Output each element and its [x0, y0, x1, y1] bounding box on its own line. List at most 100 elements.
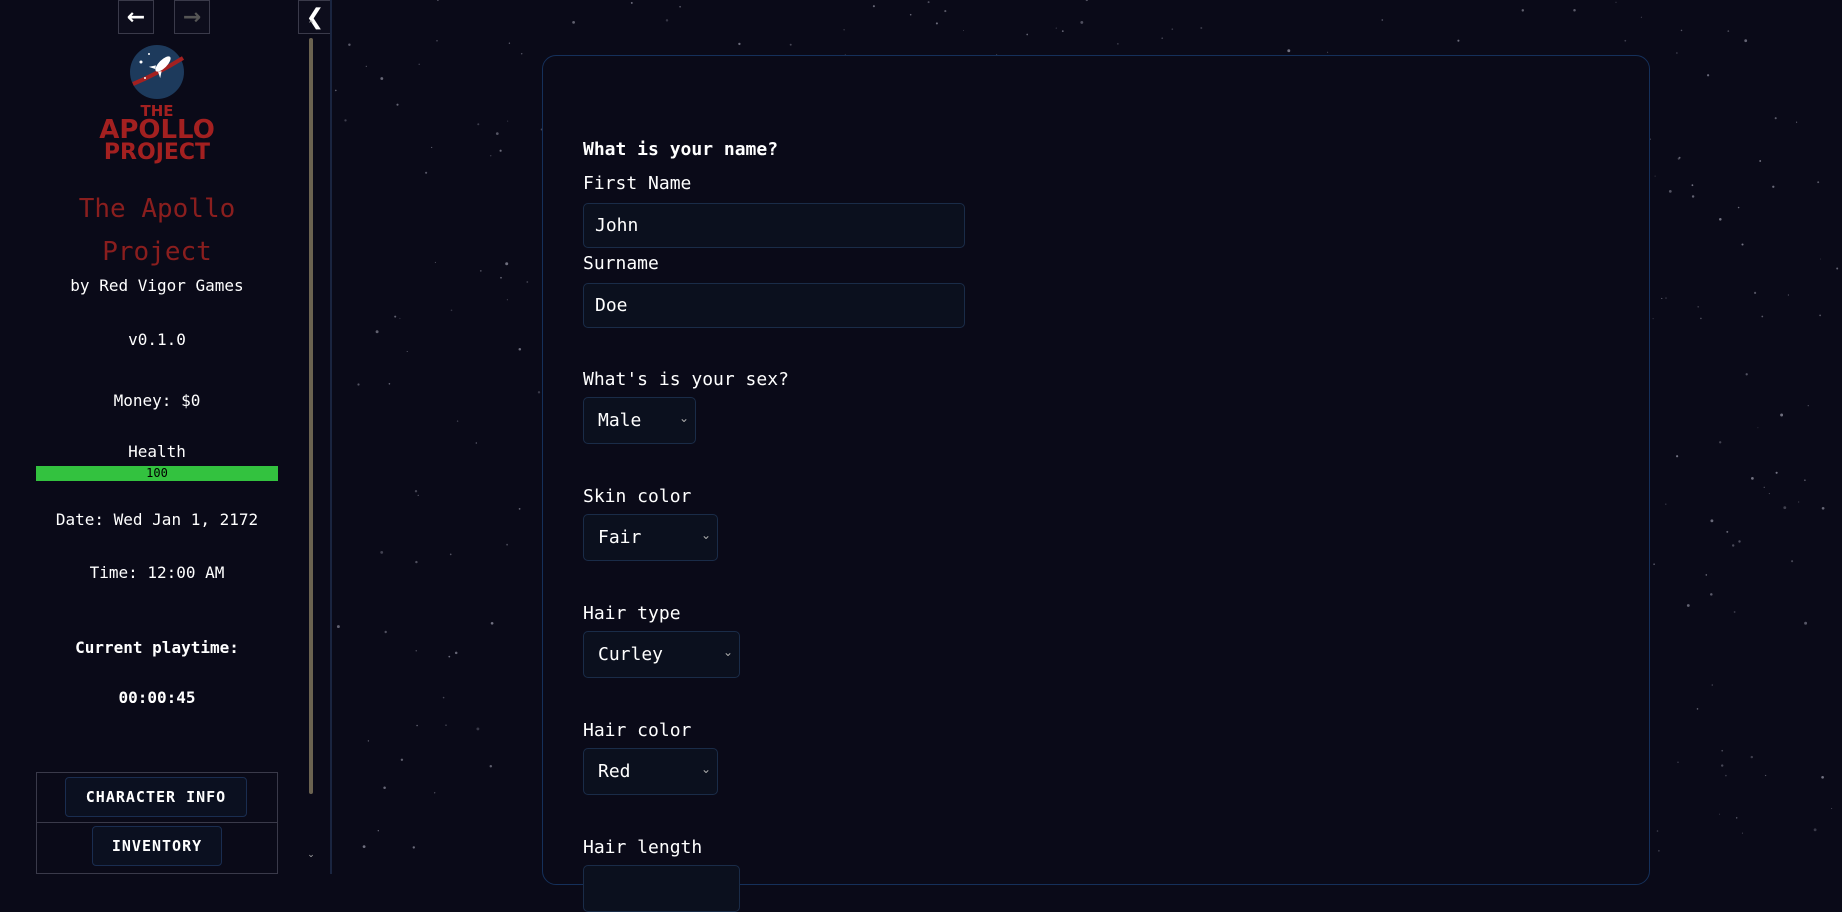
- rocket-planet-icon: [130, 45, 185, 99]
- star: [1653, 563, 1655, 566]
- star: [334, 89, 337, 92]
- hair-type-select[interactable]: Curley ⌄: [583, 631, 740, 678]
- health-label: Health: [128, 442, 186, 461]
- star: [1738, 540, 1741, 543]
- money: Money: $0: [113, 391, 201, 410]
- star: [1696, 708, 1699, 710]
- star: [380, 77, 384, 80]
- star: [456, 420, 459, 422]
- star: [479, 270, 482, 272]
- chevron-down-icon: ⌄: [700, 762, 711, 776]
- hair-color-select[interactable]: Red ⌄: [583, 748, 718, 795]
- star: [400, 758, 404, 761]
- star: [1726, 530, 1729, 533]
- star: [1836, 267, 1839, 270]
- menu-divider: [37, 822, 277, 823]
- character-info-button[interactable]: CHARACTER INFO: [65, 777, 247, 817]
- star: [1680, 29, 1683, 32]
- star: [399, 317, 401, 319]
- star: [572, 21, 575, 24]
- star: [475, 442, 477, 444]
- star: [1640, 16, 1642, 18]
- star: [506, 299, 508, 301]
- star: [1819, 258, 1821, 260]
- star: [1691, 195, 1695, 198]
- star: [1678, 156, 1681, 159]
- surname-label: Surname: [583, 253, 659, 274]
- star: [1711, 684, 1714, 686]
- star: [1804, 479, 1806, 482]
- star: [1697, 305, 1700, 308]
- star: [375, 330, 379, 334]
- star: [1725, 774, 1727, 777]
- first-name-input[interactable]: [583, 203, 965, 248]
- star: [630, 1, 633, 4]
- scroll-down-icon[interactable]: ⌄: [304, 850, 318, 860]
- sidebar: ← → ❮ ⌃ ⌄ THE APOLLO PROJECT The Apollo …: [0, 0, 332, 874]
- star: [1819, 314, 1821, 317]
- hair-type-label: Hair type: [583, 603, 681, 624]
- star: [506, 543, 508, 546]
- time: Time: 12:00 AM: [89, 563, 225, 582]
- star: [1676, 455, 1679, 458]
- star: [1706, 74, 1710, 77]
- star: [1652, 318, 1654, 320]
- star: [477, 123, 480, 126]
- star: [1665, 297, 1667, 299]
- star: [490, 155, 492, 157]
- surname-input[interactable]: [583, 283, 965, 328]
- star: [450, 309, 453, 312]
- scroll-up-icon[interactable]: ⌃: [304, 20, 318, 30]
- star: [1727, 30, 1730, 32]
- star: [1759, 160, 1762, 162]
- sex-select[interactable]: Male ⌄: [583, 397, 696, 444]
- star: [1026, 33, 1029, 36]
- star: [1573, 8, 1576, 12]
- scrollbar-thumb[interactable]: [309, 38, 313, 794]
- star: [1080, 20, 1084, 24]
- star: [909, 13, 912, 16]
- skin-color-select[interactable]: Fair ⌄: [583, 514, 718, 561]
- star: [415, 650, 417, 652]
- forward-button[interactable]: →: [174, 0, 210, 34]
- star: [1741, 243, 1744, 246]
- skin-color-select-value: Fair: [598, 527, 642, 548]
- star: [1741, 832, 1743, 834]
- star: [508, 42, 511, 44]
- star: [1745, 373, 1748, 376]
- hair-color-select-value: Red: [598, 761, 631, 782]
- star: [1061, 30, 1064, 32]
- hair-length-select[interactable]: [583, 865, 740, 912]
- star: [1691, 184, 1694, 187]
- star: [365, 65, 367, 67]
- star: [1757, 427, 1759, 429]
- star: [679, 5, 681, 8]
- star: [518, 347, 522, 351]
- star: [1787, 294, 1790, 296]
- star: [1615, 1, 1617, 3]
- star: [1719, 441, 1722, 444]
- inventory-button[interactable]: INVENTORY: [92, 826, 222, 866]
- star: [1737, 206, 1740, 209]
- star: [1768, 493, 1770, 495]
- star: [414, 490, 418, 493]
- story-author: by Red Vigor Games: [70, 276, 244, 295]
- story-title: The Apollo Project: [78, 194, 236, 267]
- star: [1733, 611, 1736, 613]
- star: [1798, 501, 1800, 503]
- star: [1661, 297, 1663, 299]
- star: [442, 696, 445, 699]
- star: [1821, 775, 1824, 779]
- star: [500, 276, 502, 279]
- star: [383, 786, 386, 790]
- star: [843, 29, 845, 31]
- star: [935, 22, 938, 25]
- name-question: What is your name?: [583, 139, 779, 160]
- star: [1200, 26, 1203, 30]
- back-button[interactable]: ←: [118, 0, 154, 34]
- playtime-label: Current playtime:: [75, 638, 239, 657]
- star: [1658, 850, 1660, 852]
- star: [394, 315, 397, 318]
- star: [1775, 471, 1778, 474]
- star: [388, 383, 391, 385]
